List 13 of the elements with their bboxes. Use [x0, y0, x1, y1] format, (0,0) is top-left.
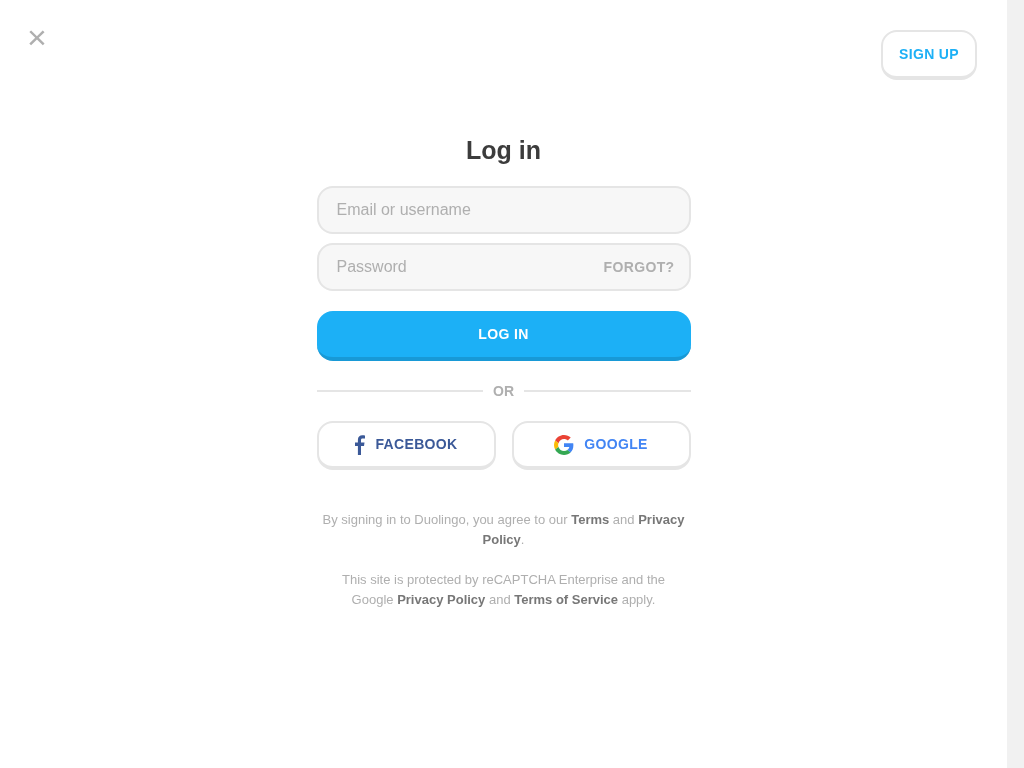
- legal-text: This site is protected by reCAPTCHA Enterprise and the Google Privacy Policy and Terms of Service apply.: [341, 571, 666, 609]
- or-divider-label: OR: [493, 381, 514, 401]
- input-field[interactable]: Email or username: [316, 186, 691, 234]
- page-title: Log in: [465, 135, 542, 166]
- facebook-button[interactable]: FACEBOOK: [316, 421, 496, 470]
- forgot-link[interactable]: FORGOT?: [603, 257, 675, 278]
- log-in-button[interactable]: LOG IN: [316, 311, 691, 361]
- facebook-icon: [354, 434, 366, 455]
- google-button[interactable]: GOOGLE: [511, 421, 691, 470]
- google-icon: [554, 434, 575, 455]
- sign-up-button[interactable]: SIGN UP: [881, 30, 977, 80]
- legal-text: By signing in to Duolingo, you agree to our Terms and Privacy Policy.: [321, 511, 686, 549]
- close-button[interactable]: ×: [27, 22, 47, 52]
